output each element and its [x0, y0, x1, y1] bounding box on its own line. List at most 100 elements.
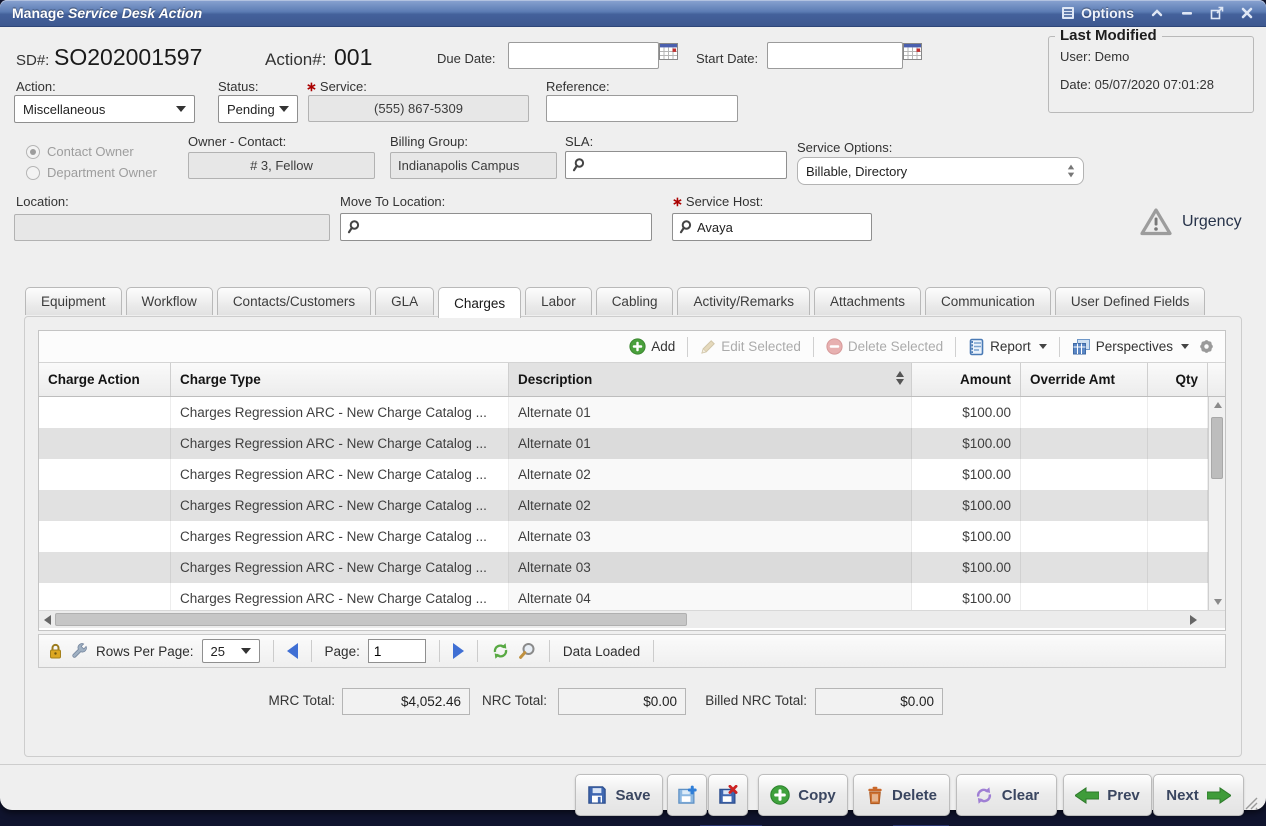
location-label: Location: [16, 194, 69, 209]
status-select[interactable]: Pending [218, 95, 298, 123]
wrench-icon[interactable] [71, 643, 88, 660]
tab-equipment[interactable]: Equipment [25, 287, 122, 315]
copy-icon [770, 785, 790, 805]
tab-communication[interactable]: Communication [925, 287, 1051, 315]
service-host-search-input[interactable]: Avaya [672, 213, 872, 241]
required-asterisk: ∗ [672, 194, 683, 209]
charges-grid: Add Edit Selected Delete Selected Report [38, 330, 1226, 631]
background-page-strip [0, 812, 1266, 826]
scroll-down-icon[interactable] [1209, 594, 1226, 610]
grid-settings-button[interactable] [1198, 338, 1215, 355]
tab-cabling[interactable]: Cabling [596, 287, 674, 315]
start-date-input[interactable] [767, 42, 903, 69]
perspectives-button[interactable]: Perspectives [1072, 338, 1189, 356]
column-header-override-amt[interactable]: Override Amt [1021, 363, 1148, 396]
tab-user-defined-fields[interactable]: User Defined Fields [1055, 287, 1206, 315]
table-row[interactable]: Charges Regression ARC - New Charge Cata… [39, 552, 1208, 583]
window-title: Manage Service Desk Action [12, 5, 202, 21]
move-to-location-search-input[interactable] [340, 213, 652, 241]
calendar-icon[interactable] [659, 42, 678, 61]
horizontal-scrollbar[interactable] [39, 610, 1225, 628]
tab-attachments[interactable]: Attachments [814, 287, 921, 315]
page-number-input[interactable] [368, 639, 426, 663]
tab-activity-remarks[interactable]: Activity/Remarks [677, 287, 810, 315]
minimize-icon[interactable] [1180, 6, 1194, 20]
table-row[interactable]: Charges Regression ARC - New Charge Cata… [39, 521, 1208, 552]
next-page-icon[interactable] [453, 643, 464, 659]
last-modified-title: Last Modified [1055, 27, 1162, 44]
next-button[interactable]: Next [1153, 774, 1244, 816]
save-and-close-button[interactable] [708, 774, 748, 816]
cell-override-amt [1021, 521, 1148, 552]
column-header-charge-type[interactable]: Charge Type [171, 363, 509, 396]
scroll-up-icon[interactable] [1209, 397, 1226, 413]
magnifier-icon[interactable] [518, 642, 536, 660]
cell-override-amt [1021, 583, 1148, 610]
delete-selected-button[interactable]: Delete Selected [826, 338, 943, 355]
save-button[interactable]: Save [575, 774, 663, 816]
column-header-description[interactable]: Description [509, 363, 912, 396]
contact-owner-radio[interactable]: Contact Owner [26, 144, 134, 159]
mrc-total-label: MRC Total: [245, 693, 335, 708]
rows-per-page-select[interactable]: 25 [202, 639, 260, 663]
cell-override-amt [1021, 459, 1148, 490]
footer-divider [0, 764, 1266, 765]
calendar-icon[interactable] [903, 42, 922, 61]
prev-button[interactable]: Prev [1063, 774, 1152, 816]
tab-labor[interactable]: Labor [525, 287, 592, 315]
column-header-charge-action[interactable]: Charge Action [39, 363, 171, 396]
department-owner-radio[interactable]: Department Owner [26, 165, 157, 180]
vertical-scrollbar[interactable] [1208, 397, 1225, 610]
add-icon [629, 338, 646, 355]
popout-icon[interactable] [1210, 6, 1224, 20]
collapse-icon[interactable] [1150, 6, 1164, 20]
titlebar[interactable]: Manage Service Desk Action Options [0, 0, 1266, 27]
reference-input[interactable] [546, 95, 738, 122]
close-icon[interactable] [1240, 6, 1254, 20]
cell-description: Alternate 03 [509, 521, 912, 552]
lock-icon[interactable] [48, 643, 63, 660]
column-header-amount[interactable]: Amount [912, 363, 1021, 396]
scroll-right-icon[interactable] [1190, 615, 1197, 625]
last-modified-box: Last Modified User: Demo Date: 05/07/202… [1048, 36, 1254, 113]
sd-number-label: SD#: [16, 52, 49, 69]
clear-button[interactable]: Clear [956, 774, 1057, 816]
urgency-indicator[interactable]: Urgency [1139, 207, 1242, 237]
billed-nrc-total-label: Billed NRC Total: [692, 693, 807, 708]
tab-contacts-customers[interactable]: Contacts/Customers [217, 287, 371, 315]
cell-charge-action [39, 428, 171, 459]
table-row[interactable]: Charges Regression ARC - New Charge Cata… [39, 397, 1208, 428]
cell-amount: $100.00 [912, 552, 1021, 583]
cell-amount: $100.00 [912, 428, 1021, 459]
options-button[interactable]: Options [1061, 5, 1134, 21]
copy-button[interactable]: Copy [758, 774, 848, 816]
table-row[interactable]: Charges Regression ARC - New Charge Cata… [39, 583, 1208, 610]
delete-button[interactable]: Delete [853, 774, 950, 816]
prev-arrow-icon [1075, 787, 1099, 804]
resize-handle[interactable] [1242, 794, 1258, 810]
refresh-icon[interactable] [491, 642, 510, 660]
prev-page-icon[interactable] [287, 643, 298, 659]
edit-selected-button[interactable]: Edit Selected [700, 339, 801, 355]
chevron-down-icon [279, 106, 289, 112]
owner-contact-value: # 3, Fellow [188, 152, 375, 179]
action-number-label: Action#: [265, 50, 326, 70]
add-button[interactable]: Add [629, 338, 675, 355]
table-row[interactable]: Charges Regression ARC - New Charge Cata… [39, 428, 1208, 459]
due-date-input[interactable] [508, 42, 659, 69]
tab-gla[interactable]: GLA [375, 287, 434, 315]
tab-charges[interactable]: Charges [438, 287, 521, 318]
scroll-left-icon[interactable] [44, 615, 51, 625]
service-options-select[interactable]: Billable, Directory [797, 157, 1084, 185]
vertical-scroll-thumb[interactable] [1211, 417, 1223, 479]
tab-workflow[interactable]: Workflow [126, 287, 213, 315]
table-row[interactable]: Charges Regression ARC - New Charge Cata… [39, 459, 1208, 490]
sla-search-input[interactable] [565, 151, 787, 179]
report-button[interactable]: Report [968, 338, 1047, 356]
horizontal-scroll-thumb[interactable] [55, 613, 687, 626]
table-row[interactable]: Charges Regression ARC - New Charge Cata… [39, 490, 1208, 521]
next-arrow-icon [1207, 787, 1231, 804]
action-select[interactable]: Miscellaneous [14, 95, 195, 123]
save-and-new-button[interactable] [667, 774, 707, 816]
column-header-qty[interactable]: Qty [1148, 363, 1208, 396]
